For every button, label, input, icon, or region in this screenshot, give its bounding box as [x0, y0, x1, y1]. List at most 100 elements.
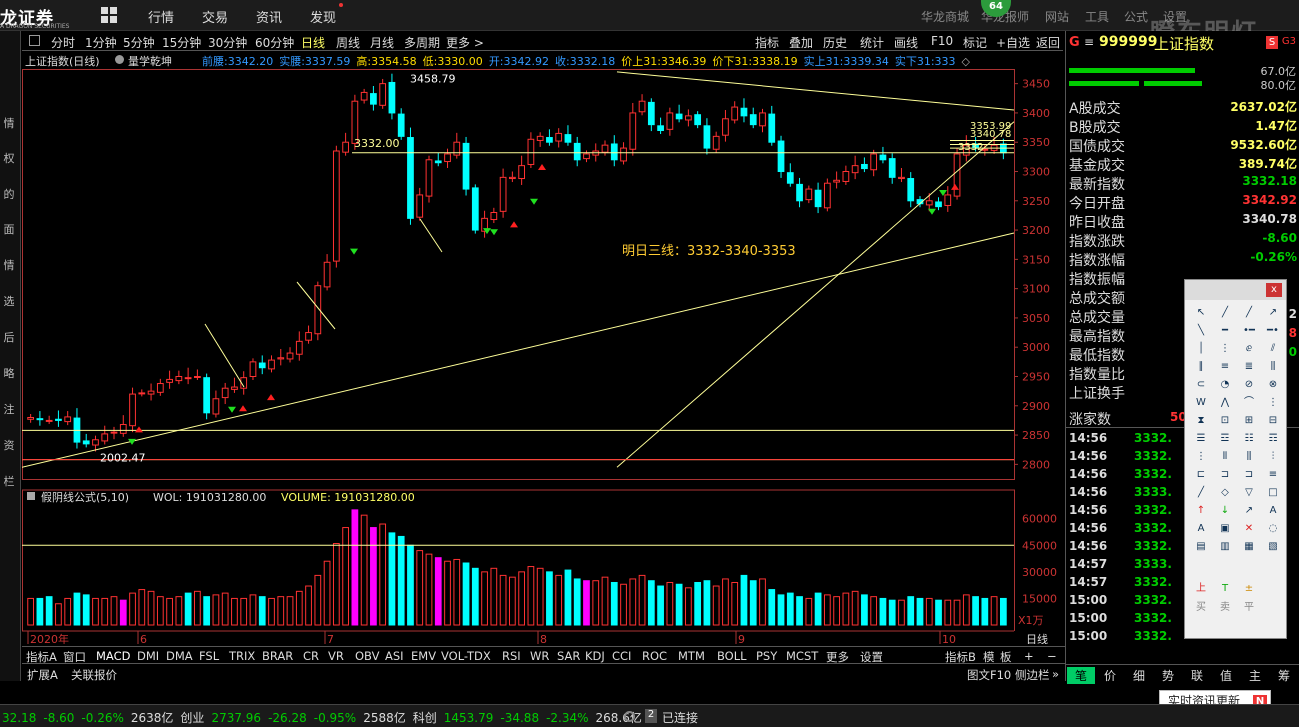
period-tab[interactable]: 月线	[370, 34, 394, 51]
layout-toggle-icon[interactable]	[29, 35, 40, 46]
left-sidebar-item[interactable]: 后	[0, 329, 18, 345]
sell-label-icon[interactable]: 卖	[1216, 600, 1234, 616]
left-sidebar-item[interactable]: 情	[0, 257, 18, 273]
tool-button[interactable]: 标记	[963, 34, 987, 51]
grid-line-icon[interactable]: ≡	[1216, 359, 1234, 375]
curve-icon[interactable]: ⌒	[1240, 395, 1258, 411]
indicator-tab[interactable]: 指标A	[26, 649, 57, 665]
flat-label-icon[interactable]: 平	[1240, 600, 1258, 616]
formula-icon[interactable]	[115, 55, 124, 64]
spiral-icon[interactable]: ⊗	[1264, 377, 1282, 393]
quote-panel-tab[interactable]: 笔	[1067, 667, 1095, 684]
quote-panel-tab[interactable]: 势	[1154, 667, 1182, 684]
wave-icon[interactable]: W	[1192, 395, 1210, 411]
formula-icon[interactable]	[27, 492, 35, 500]
arrow-line-icon[interactable]: ↗	[1264, 305, 1282, 321]
indicator-tab[interactable]: MACD	[96, 649, 130, 663]
side-tab[interactable]: 侧边栏	[1015, 667, 1050, 683]
indicator-tab[interactable]: PSY	[756, 649, 777, 663]
indicator-tab-right[interactable]: 板	[1000, 649, 1012, 665]
arrow-up-icon[interactable]: ◇	[962, 55, 970, 68]
timebox-icon[interactable]: ⧗	[1192, 413, 1210, 429]
fib-retrace-icon[interactable]: ☲	[1216, 431, 1234, 447]
period-tab-more[interactable]: 更多 >	[446, 34, 484, 51]
left-sidebar-item[interactable]: 栏	[0, 473, 18, 489]
left-sidebar-item[interactable]: 情	[0, 115, 18, 131]
box-right-icon[interactable]: ⊐	[1216, 467, 1234, 483]
left-sidebar-item[interactable]: 面	[0, 221, 18, 237]
menu-jiaoyi[interactable]: 交易	[202, 7, 228, 26]
left-sidebar-item[interactable]: 略	[0, 365, 18, 381]
period-tab-active[interactable]: 日线	[301, 34, 325, 51]
arrow-diag-icon[interactable]: ↗	[1240, 503, 1258, 519]
indicator-tab[interactable]: 窗口	[63, 649, 86, 665]
period-icon[interactable]: ⋮	[1192, 449, 1210, 465]
indicator-tab[interactable]: MCST	[786, 649, 818, 663]
apps-grid-icon[interactable]	[101, 7, 117, 23]
quote-panel-tab[interactable]: 细	[1125, 667, 1153, 684]
tool-button[interactable]: +自选	[996, 34, 1030, 51]
indicator-tab[interactable]: CCI	[612, 649, 631, 663]
gallery-icon[interactable]: ▧	[1264, 539, 1282, 555]
quote-panel-tab[interactable]: 联	[1183, 667, 1211, 684]
delete-icon[interactable]: ✕	[1240, 521, 1258, 537]
indicator-tab[interactable]: DMA	[166, 649, 193, 663]
tool-button[interactable]: 统计	[860, 34, 884, 51]
indicator-tab[interactable]: VR	[328, 649, 344, 663]
quote-panel-tab[interactable]: 主	[1241, 667, 1269, 684]
ray-icon[interactable]: ╱	[1240, 305, 1258, 321]
channel-icon[interactable]: ⫽	[1264, 341, 1282, 357]
indicator-tab[interactable]: VOL-TDX	[441, 649, 491, 663]
extension-tab[interactable]: 关联报价	[71, 667, 117, 683]
indicator-tab[interactable]: EMV	[411, 649, 436, 663]
fib-ext-icon[interactable]: ☷	[1240, 431, 1258, 447]
box-left-icon[interactable]: ⊏	[1192, 467, 1210, 483]
quote-panel-tab[interactable]: 筹	[1270, 667, 1298, 684]
connection-status[interactable]: 已连接	[662, 709, 698, 726]
tool-button[interactable]: F10	[931, 34, 953, 48]
box-mid-icon[interactable]: ⊐	[1240, 467, 1258, 483]
left-ray-icon[interactable]: •━	[1240, 323, 1258, 339]
indicator-tab[interactable]: FSL	[199, 649, 219, 663]
indicator-tab[interactable]: ROC	[642, 649, 667, 663]
add-tab-icon[interactable]: +	[1024, 649, 1034, 663]
arrow-up-icon[interactable]: ↑	[1192, 503, 1210, 519]
indicator-tab[interactable]: TRIX	[229, 649, 255, 663]
vline-icon[interactable]: │	[1192, 341, 1210, 357]
side-tab[interactable]: 图文F10	[967, 667, 1011, 683]
indicator-tab[interactable]: WR	[530, 649, 549, 663]
menu-website[interactable]: 网站	[1045, 8, 1069, 25]
indicator-tab[interactable]: BOLL	[717, 649, 747, 663]
buy-label-icon[interactable]: 买	[1192, 600, 1210, 616]
cycle-icon[interactable]: ⊘	[1240, 377, 1258, 393]
period-tab[interactable]: 分时	[51, 34, 75, 51]
indicator-tab[interactable]: RSI	[502, 649, 521, 663]
period-tab[interactable]: 1分钟	[85, 34, 117, 51]
diamond-icon[interactable]: ◇	[1216, 485, 1234, 501]
menu-lines-icon[interactable]: ≡	[1084, 35, 1094, 49]
period-tab[interactable]: 5分钟	[123, 34, 155, 51]
period-tab[interactable]: 60分钟	[255, 34, 294, 51]
indicator-tab[interactable]: 设置	[860, 649, 883, 665]
left-sidebar-item[interactable]: 的	[0, 186, 18, 202]
sell-mark-icon[interactable]: T	[1216, 581, 1234, 597]
gann-icon[interactable]: ⫼	[1264, 359, 1282, 375]
triangle-down-icon[interactable]: ▽	[1240, 485, 1258, 501]
note-icon[interactable]: ▤	[1192, 539, 1210, 555]
indicator-tab[interactable]: CR	[303, 649, 319, 663]
price-line-icon[interactable]: ≣	[1240, 359, 1258, 375]
quote-panel-tab[interactable]: 值	[1212, 667, 1240, 684]
brush-icon[interactable]: ◌	[1264, 521, 1282, 537]
left-sidebar-item[interactable]: 选	[0, 293, 18, 309]
hline-icon[interactable]: ━	[1216, 323, 1234, 339]
arrow-down-icon[interactable]: ↓	[1216, 503, 1234, 519]
indicator-tab[interactable]: KDJ	[585, 649, 605, 663]
peak-icon[interactable]: ⋀	[1216, 395, 1234, 411]
close-icon[interactable]: x	[1266, 283, 1282, 297]
chevron-right-icon[interactable]: »	[1052, 667, 1059, 681]
cursor-icon[interactable]: ↖	[1192, 305, 1210, 321]
indicator-tab[interactable]: 更多	[826, 649, 849, 665]
indicator-tab[interactable]: DMI	[137, 649, 159, 663]
segment-icon[interactable]: ╲	[1192, 323, 1210, 339]
fib-fan-icon[interactable]: ☰	[1192, 431, 1210, 447]
